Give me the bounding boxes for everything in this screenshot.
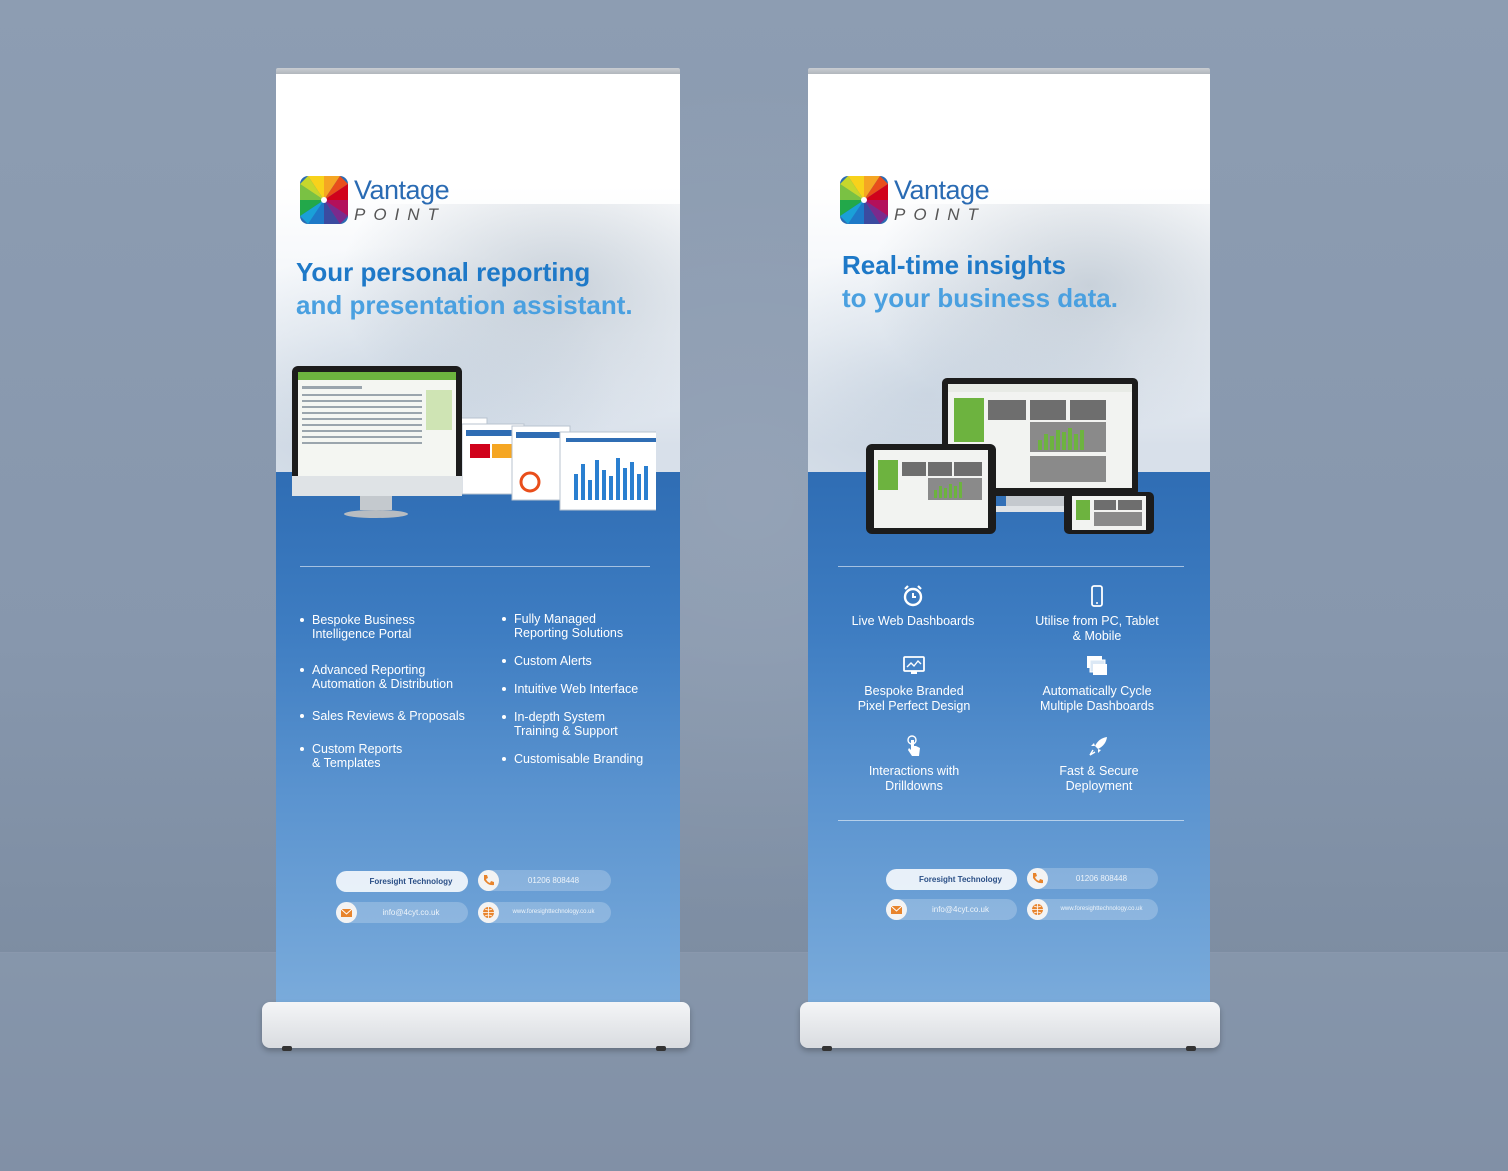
- base-foot: [1186, 1046, 1196, 1051]
- globe-icon: [478, 902, 499, 923]
- feature-label: Deployment: [1065, 779, 1133, 793]
- phone-pill: 01206 808448: [1027, 868, 1158, 889]
- logo-sub: POINT: [354, 205, 446, 224]
- feature-label: Utilise from PC, Tablet: [1035, 614, 1159, 628]
- feature-live-dashboards: Live Web Dashboards: [833, 584, 993, 629]
- base-foot: [822, 1046, 832, 1051]
- feature-drilldowns: Interactions with Drilldowns: [834, 734, 994, 794]
- feature-label: Interactions with: [868, 764, 960, 778]
- multi-device-dashboard-image: [866, 378, 1154, 534]
- touch-hand-icon: [907, 735, 920, 756]
- web-pill: www.foresighttechnology.co.uk: [478, 902, 611, 923]
- feature-label: Bespoke Branded: [864, 684, 964, 698]
- floor: [0, 952, 1508, 1171]
- list-item: Fully Managed Reporting Solutions: [502, 612, 672, 640]
- list-item: Bespoke Business Intelligence Portal: [300, 613, 480, 641]
- feature-cycle-dashboards: Automatically Cycle Multiple Dashboards: [1017, 654, 1177, 714]
- monitor-icon: [903, 656, 925, 674]
- headline-line-2: to your business data.: [842, 283, 1118, 313]
- logo-pinwheel-icon: [840, 176, 888, 224]
- base-foot: [656, 1046, 666, 1051]
- bullet-list-col1: Bespoke Business Intelligence Portal Adva…: [300, 613, 480, 770]
- logo-word: Vantage: [354, 175, 450, 205]
- list-item: In-depth System Training & Support: [502, 710, 672, 738]
- list-item: Advanced Reporting Automation & Distribut…: [300, 663, 480, 691]
- feature-multi-device: Utilise from PC, Tablet & Mobile: [1017, 584, 1177, 644]
- vantage-point-logo: Vantage POINT: [840, 175, 990, 224]
- feature-label: Automatically Cycle: [1042, 684, 1152, 698]
- company-name: Foresight Technology: [919, 875, 1002, 884]
- stacked-screens-icon: [1087, 656, 1107, 675]
- email-icon: [336, 902, 357, 923]
- list-item: Intuitive Web Interface: [502, 682, 672, 696]
- company-name: Foresight Technology: [369, 877, 453, 886]
- headline-line-2: and presentation assistant.: [296, 290, 633, 320]
- email-pill: info@4cyt.co.uk: [336, 902, 468, 923]
- feature-label: Live Web Dashboards: [851, 614, 975, 628]
- phone-icon: [1027, 868, 1048, 889]
- phone-pill: 01206 808448: [478, 870, 611, 891]
- feature-label: Pixel Perfect Design: [857, 699, 971, 713]
- company-pill: Foresight Technology: [336, 871, 468, 892]
- bottom-divider: [838, 820, 1184, 821]
- list-item: Customisable Branding: [502, 752, 672, 766]
- logo-word: Vantage: [894, 175, 990, 205]
- phone-icon: [478, 870, 499, 891]
- feature-branded-design: Bespoke Branded Pixel Perfect Design: [834, 654, 994, 714]
- list-item: Sales Reviews & Proposals: [300, 709, 480, 723]
- bullet-list-col2: Fully Managed Reporting Solutions Custom …: [502, 612, 672, 766]
- banner-base: [800, 1002, 1220, 1048]
- headline-line-1: Your personal reporting: [296, 257, 591, 287]
- feature-label: Drilldowns: [885, 779, 943, 793]
- logo-sub: POINT: [894, 205, 986, 224]
- headline: Your personal reporting and presentation…: [296, 256, 633, 322]
- top-divider: [300, 566, 650, 567]
- web-pill: www.foresighttechnology.co.uk: [1027, 899, 1158, 920]
- monitor-with-reports-image: [292, 366, 656, 518]
- logo-pinwheel-icon: [300, 176, 348, 224]
- base-foot: [282, 1046, 292, 1051]
- mobile-phone-icon: [1091, 585, 1103, 607]
- headline: Real-time insights to your business data…: [842, 249, 1118, 315]
- headline-line-1: Real-time insights: [842, 250, 1066, 280]
- feature-label: Multiple Dashboards: [1040, 699, 1154, 713]
- list-item: Custom Reports & Templates: [300, 742, 480, 770]
- globe-icon: [1027, 899, 1048, 920]
- list-item: Custom Alerts: [502, 654, 672, 668]
- alarm-clock-icon: [903, 585, 923, 607]
- banner-base: [262, 1002, 690, 1048]
- email-pill: info@4cyt.co.uk: [886, 899, 1017, 920]
- feature-label: Fast & Secure: [1059, 764, 1139, 778]
- top-divider: [838, 566, 1184, 567]
- rocket-icon: [1089, 737, 1107, 756]
- feature-secure-deployment: Fast & Secure Deployment: [1019, 734, 1179, 794]
- company-pill: Foresight Technology: [886, 869, 1017, 890]
- feature-label: & Mobile: [1072, 629, 1122, 643]
- vantage-point-logo: Vantage POINT: [300, 175, 450, 224]
- email-icon: [886, 899, 907, 920]
